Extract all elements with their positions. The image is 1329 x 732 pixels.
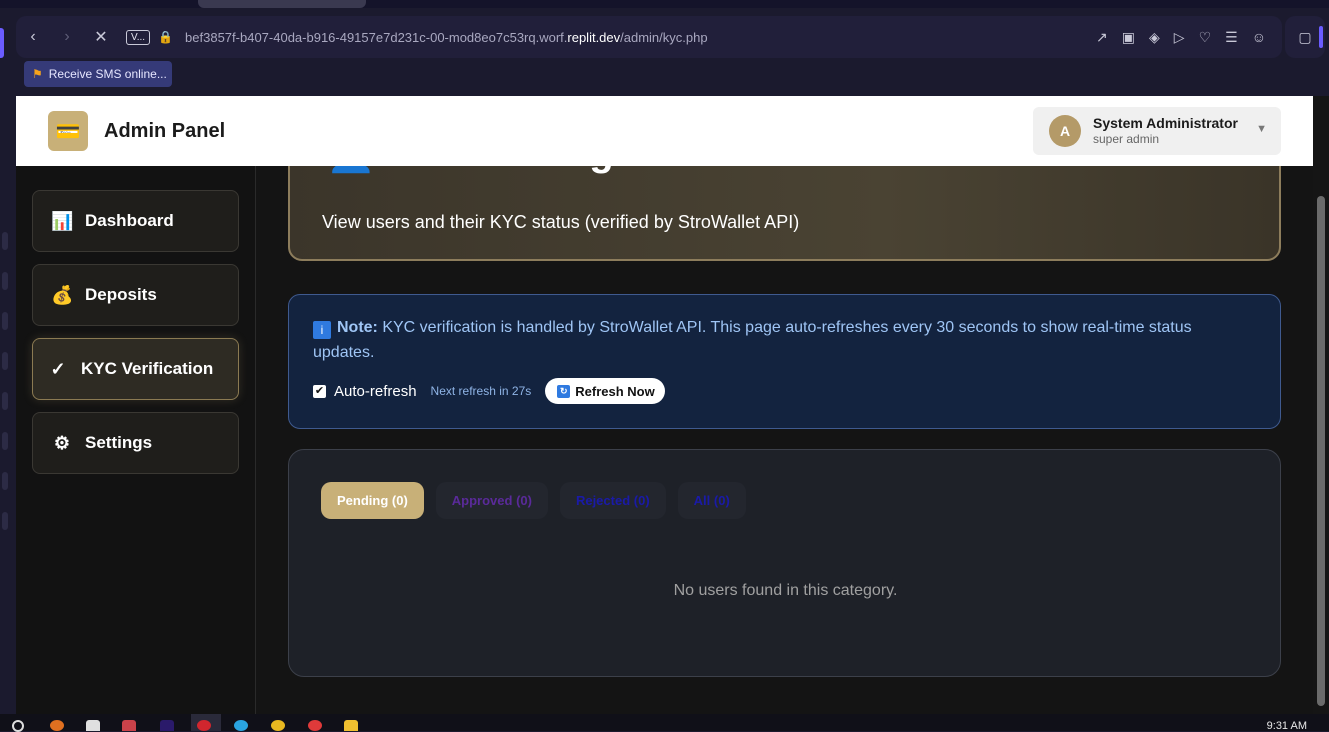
shield-icon[interactable]: ◈ [1149,29,1160,46]
sidebar: 📊 Dashboard 💰 Deposits ✓ KYC Verificatio… [16,166,256,714]
sidebar-item-settings[interactable]: ⚙ Settings [32,412,239,474]
user-name: System Administrator [1093,115,1238,131]
brand-title: Admin Panel [104,120,226,142]
os-taskbar: 9:31 AM [0,714,1329,732]
folder-icon[interactable] [344,720,358,731]
note-label: Note: [337,319,378,336]
address-bar: ‹ › ✕ V... 🔒 bef3857f-b407-40da-b916-491… [16,16,1282,58]
sidebar-item-kyc-verification[interactable]: ✓ KYC Verification [32,338,239,400]
browser-side-rail [0,8,16,714]
heart-icon[interactable]: ♡ [1199,29,1212,46]
camera-icon[interactable]: ▣ [1122,29,1135,46]
side-rail-icon[interactable] [2,512,8,530]
tab-rejected[interactable]: Rejected (0) [559,482,666,519]
tab-all[interactable]: All (0) [677,482,746,519]
check-icon: ✓ [50,358,66,379]
avatar: A [1049,115,1081,147]
scrollbar-thumb[interactable] [1317,196,1325,706]
side-rail-icon[interactable] [2,472,8,490]
auto-refresh-checkbox[interactable]: ✔ [313,384,326,398]
back-icon[interactable]: ‹ [16,16,50,58]
search-icon[interactable] [12,720,24,732]
side-rail-icon[interactable] [2,272,8,290]
sidebar-item-dashboard[interactable]: 📊 Dashboard [32,190,239,252]
page-scrollbar[interactable] [1313,96,1329,714]
note-body: KYC verification is handled by StroWalle… [313,319,1192,361]
main-content: 👤 User Management View users and their K… [256,136,1313,714]
side-rail-icon[interactable] [2,232,8,250]
ext-indicator [1319,26,1323,48]
note-text: i Note: KYC verification is handled by St… [313,315,1233,365]
url-domain: replit.dev [567,29,621,45]
browser-toolbar: ↗ ▣ ◈ ▷ ♡ ☰ ☺ [1096,16,1266,58]
sidebar-item-label: Settings [85,433,153,452]
telegram-icon[interactable] [234,720,248,731]
browser-tab-strip [0,0,1329,8]
chart-icon: 📊 [51,210,74,231]
next-refresh-countdown: Next refresh in 27s [430,384,532,398]
gear-icon: ⚙ [53,432,71,453]
stop-loading-icon[interactable]: ✕ [84,16,118,58]
flag-icon: ⚑ [32,67,43,81]
refresh-icon: ↻ [557,384,571,398]
side-rail-icon[interactable] [2,312,8,330]
page-subtitle: View users and their KYC status (verifie… [322,212,800,232]
extensions-icon[interactable]: ▢ [1285,16,1325,58]
credit-card-icon: 💳 [48,111,88,151]
menu-icon[interactable]: ☰ [1225,29,1238,46]
sidebar-item-label: Dashboard [85,211,174,230]
share-icon[interactable]: ↗ [1096,29,1108,46]
status-tabs: Pending (0) Approved (0) Rejected (0) Al… [321,482,746,519]
capcut-icon[interactable] [86,720,100,731]
kyc-user-list: Pending (0) Approved (0) Rejected (0) Al… [288,449,1281,677]
info-icon: i [313,321,331,339]
taskbar-clock: 9:31 AM [1266,720,1307,732]
lock-icon[interactable]: 🔒 [158,30,173,44]
sidebar-item-label: KYC Verification [81,359,214,378]
side-rail-icon[interactable] [2,352,8,370]
side-rail-icon[interactable] [2,432,8,450]
site-info-badge[interactable]: V... [126,29,151,45]
refresh-now-button[interactable]: ↻ Refresh Now [545,378,665,404]
auto-refresh-label[interactable]: Auto-refresh [334,383,417,400]
user-role: super admin [1093,132,1160,146]
url-path: /admin/kyc.php [620,29,708,45]
sidebar-item-label: Deposits [85,285,157,304]
premiere-icon[interactable] [160,720,174,731]
info-note: i Note: KYC verification is handled by St… [288,294,1281,429]
browser-tab[interactable] [198,0,366,8]
bookmark-label: Receive SMS online... [48,67,167,81]
empty-state-message: No users found in this category. [673,582,898,599]
page-viewport: 💳 Admin Panel A System Administrator sup… [16,96,1313,714]
send-icon[interactable]: ▷ [1174,29,1185,46]
url-field[interactable]: bef3857f-b407-40da-b916-49157e7d231c-00-… [185,30,708,45]
refresh-button-label: Refresh Now [575,383,655,399]
app-icon-orange[interactable] [50,720,64,731]
chevron-down-icon[interactable]: ▼ [1256,123,1267,135]
app-icon-red[interactable] [122,720,136,731]
tab-approved[interactable]: Approved (0) [435,482,548,519]
url-prefix: bef3857f-b407-40da-b916-49157e7d231c-00-… [185,29,568,45]
app-icon-target[interactable] [308,720,322,731]
refresh-controls: ✔ Auto-refresh Next refresh in 27s ↻ Ref… [313,378,665,404]
money-bag-icon: 💰 [51,284,74,305]
profile-icon[interactable]: ☺ [1252,29,1266,45]
forward-icon[interactable]: › [50,16,84,58]
opera-icon[interactable] [197,720,211,731]
sidebar-item-deposits[interactable]: 💰 Deposits [32,264,239,326]
chrome-icon[interactable] [271,720,285,731]
side-rail-icon[interactable] [2,392,8,410]
side-rail-indicator [0,28,4,58]
bookmark-item[interactable]: ⚑ Receive SMS online... [24,61,172,87]
admin-header: 💳 Admin Panel A System Administrator sup… [16,96,1313,166]
user-menu[interactable]: A System Administrator super admin ▼ [1033,107,1281,155]
tab-pending[interactable]: Pending (0) [321,482,424,519]
